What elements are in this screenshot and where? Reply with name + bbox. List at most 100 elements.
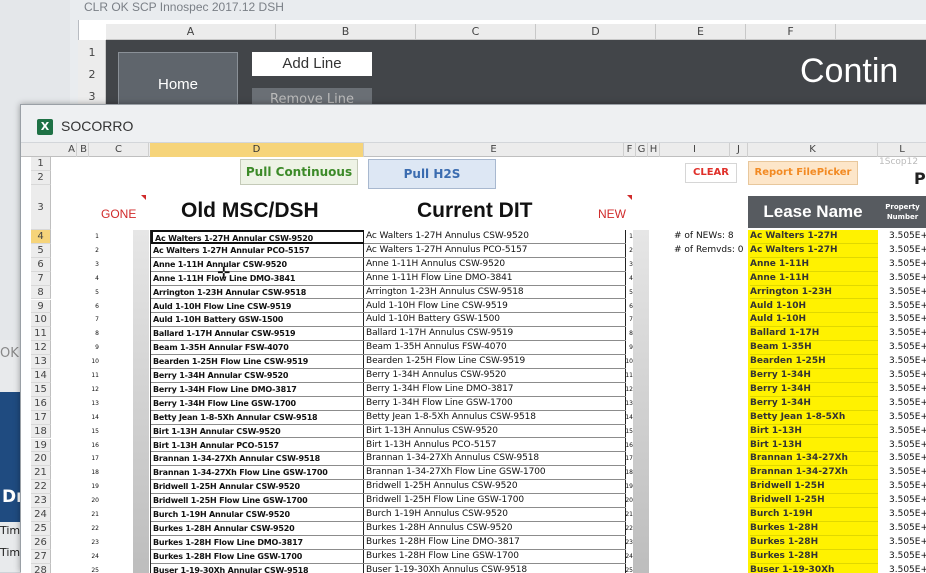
- column-header-D[interactable]: D: [150, 143, 364, 157]
- row-header[interactable]: 10: [31, 313, 51, 328]
- property-number-cell[interactable]: 3.505E+: [889, 522, 926, 536]
- old-list-cell[interactable]: Arrington 1-23H Annular CSW-9518: [151, 286, 365, 300]
- row-header[interactable]: 15: [31, 382, 51, 397]
- add-line-button[interactable]: Add Line: [252, 52, 372, 76]
- old-list-cell[interactable]: Anne 1-11H Annular CSW-9520: [151, 258, 365, 272]
- current-list-cell[interactable]: Berry 1-34H Flow Line GSW-1700: [364, 397, 626, 411]
- old-list-cell[interactable]: Burkes 1-28H Annular CSW-9520: [151, 522, 365, 536]
- lease-name-cell[interactable]: Anne 1-11H: [750, 272, 878, 286]
- lease-name-cell[interactable]: Ac Walters 1-27H: [750, 244, 878, 258]
- property-number-cell[interactable]: 3.505E+: [889, 536, 926, 550]
- row-header[interactable]: 20: [31, 452, 51, 467]
- lease-name-cell[interactable]: Auld 1-10H: [750, 313, 878, 328]
- column-header-F[interactable]: F: [624, 143, 636, 157]
- pull-continuous-button[interactable]: Pull Continuous: [240, 159, 358, 185]
- lease-name-cell[interactable]: Brannan 1-34-27Xh: [750, 452, 878, 467]
- property-number-cell[interactable]: 3.505E+: [889, 341, 926, 355]
- column-header-A[interactable]: A: [67, 143, 77, 157]
- current-list-cell[interactable]: Anne 1-11H Flow Line DMO-3841: [364, 272, 626, 286]
- current-list-cell[interactable]: Brannan 1-34-27Xh Flow Line GSW-1700: [364, 466, 626, 481]
- property-number-cell[interactable]: 3.505E+: [889, 383, 926, 397]
- column-header-I[interactable]: I: [660, 143, 730, 157]
- property-number-cell[interactable]: 3.505E+: [889, 439, 926, 453]
- row-header[interactable]: 16: [31, 396, 51, 411]
- property-number-cell[interactable]: 3.505E+: [889, 480, 926, 494]
- column-header-B[interactable]: B: [79, 143, 89, 157]
- current-list-cell[interactable]: Burkes 1-28H Flow Line GSW-1700: [364, 550, 626, 564]
- row-header[interactable]: 14: [31, 369, 51, 383]
- column-header-J[interactable]: J: [730, 143, 748, 157]
- current-list-cell[interactable]: Burkes 1-28H Annulus CSW-9520: [364, 522, 626, 536]
- property-number-cell[interactable]: 3.505E+: [889, 494, 926, 508]
- lease-name-cell[interactable]: Burkes 1-28H: [750, 536, 878, 550]
- old-list-cell[interactable]: Betty Jean 1-8-5Xh Annular CSW-9518: [151, 411, 365, 425]
- property-number-cell[interactable]: 3.505E+: [889, 327, 926, 341]
- row-header[interactable]: 9: [31, 299, 51, 314]
- old-list-cell[interactable]: Birt 1-13H Annular CSW-9520: [151, 425, 365, 439]
- property-number-cell[interactable]: 3.505E+: [889, 258, 926, 272]
- row-header[interactable]: 25: [31, 521, 51, 536]
- lease-name-cell[interactable]: Berry 1-34H: [750, 369, 878, 383]
- row-header[interactable]: 8: [31, 285, 51, 300]
- old-list-cell[interactable]: Auld 1-10H Battery GSW-1500: [151, 313, 365, 328]
- property-number-cell[interactable]: 3.505E+: [889, 452, 926, 466]
- row-header[interactable]: 21: [31, 466, 51, 481]
- property-number-cell[interactable]: 3.505E+: [889, 272, 926, 286]
- old-list-cell[interactable]: Anne 1-11H Flow Line DMO-3841: [151, 272, 365, 286]
- column-header-K[interactable]: K: [748, 143, 878, 157]
- row-header[interactable]: 1: [31, 157, 51, 171]
- row-header[interactable]: 4: [31, 230, 51, 244]
- lease-name-cell[interactable]: Burkes 1-28H: [750, 550, 878, 564]
- row-header[interactable]: 17: [31, 410, 51, 425]
- property-number-cell[interactable]: 3.505E+: [889, 244, 926, 258]
- lease-name-cell[interactable]: Betty Jean 1-8-5Xh: [750, 411, 878, 425]
- property-number-cell[interactable]: 3.505E+: [889, 355, 926, 369]
- row-header[interactable]: 27: [31, 549, 51, 564]
- lease-name-cell[interactable]: Bridwell 1-25H: [750, 480, 878, 495]
- clear-button[interactable]: CLEAR: [685, 163, 737, 183]
- current-list-cell[interactable]: Betty Jean 1-8-5Xh Annulus CSW-9518: [364, 411, 626, 425]
- lease-name-cell[interactable]: Burkes 1-28H: [750, 522, 878, 536]
- current-list-cell[interactable]: Brannan 1-34-27Xh Annulus CSW-9518: [364, 452, 626, 467]
- background-row-number[interactable]: 1: [78, 42, 106, 64]
- lease-name-cell[interactable]: Birt 1-13H: [750, 439, 878, 453]
- current-list-cell[interactable]: Beam 1-35H Annulus FSW-4070: [364, 341, 626, 356]
- current-list-cell[interactable]: Bridwell 1-25H Annulus CSW-9520: [364, 480, 626, 495]
- lease-name-cell[interactable]: Beam 1-35H: [750, 341, 878, 356]
- background-column-A[interactable]: A: [106, 24, 276, 40]
- row-header[interactable]: 2: [31, 171, 51, 185]
- row-header[interactable]: 11: [31, 327, 51, 342]
- old-list-cell[interactable]: Ac Walters 1-27H Annular CSW-9520: [151, 230, 365, 244]
- lease-name-cell[interactable]: Ac Walters 1-27H: [750, 230, 878, 244]
- row-header[interactable]: 5: [31, 243, 51, 258]
- current-list-cell[interactable]: Berry 1-34H Flow Line DMO-3817: [364, 383, 626, 397]
- old-list-cell[interactable]: Bearden 1-25H Flow Line CSW-9519: [151, 355, 365, 369]
- row-header[interactable]: 13: [31, 355, 51, 369]
- old-list-cell[interactable]: Berry 1-34H Annular CSW-9520: [151, 369, 365, 383]
- lease-name-cell[interactable]: Berry 1-34H: [750, 383, 878, 397]
- lease-name-cell[interactable]: Birt 1-13H: [750, 425, 878, 439]
- old-list-cell[interactable]: Burch 1-19H Annular CSW-9520: [151, 508, 365, 522]
- lease-name-cell[interactable]: Brannan 1-34-27Xh: [750, 466, 878, 481]
- lease-name-cell[interactable]: Burch 1-19H: [750, 508, 878, 522]
- row-header[interactable]: 19: [31, 438, 51, 453]
- old-list-cell[interactable]: Berry 1-34H Flow Line GSW-1700: [151, 397, 365, 411]
- property-number-cell[interactable]: 3.505E+: [889, 230, 926, 244]
- old-list-cell[interactable]: Bridwell 1-25H Annular CSW-9520: [151, 480, 365, 495]
- lease-name-cell[interactable]: Anne 1-11H: [750, 258, 878, 272]
- property-number-cell[interactable]: 3.505E+: [889, 508, 926, 522]
- old-list-cell[interactable]: Brannan 1-34-27Xh Annular CSW-9518: [151, 452, 365, 467]
- current-list-cell[interactable]: Birt 1-13H Annulus PCO-5157: [364, 439, 626, 453]
- current-list-cell[interactable]: Burkes 1-28H Flow Line DMO-3817: [364, 536, 626, 550]
- current-list-cell[interactable]: Arrington 1-23H Annulus CSW-9518: [364, 286, 626, 300]
- lease-name-cell[interactable]: Bridwell 1-25H: [750, 494, 878, 508]
- old-list-cell[interactable]: Beam 1-35H Annular FSW-4070: [151, 341, 365, 356]
- title-bar[interactable]: X SOCORRO: [21, 105, 926, 143]
- old-list-cell[interactable]: Berry 1-34H Flow Line DMO-3817: [151, 383, 365, 397]
- lease-name-cell[interactable]: Ballard 1-17H: [750, 327, 878, 342]
- worksheet[interactable]: ABCDEFGHIJKL Pull Continuous Pull H2S CL…: [21, 143, 926, 573]
- row-header[interactable]: 6: [31, 257, 51, 272]
- row-header[interactable]: 22: [31, 480, 51, 495]
- row-header[interactable]: 18: [31, 424, 51, 439]
- old-list-cell[interactable]: Burkes 1-28H Flow Line GSW-1700: [151, 550, 365, 564]
